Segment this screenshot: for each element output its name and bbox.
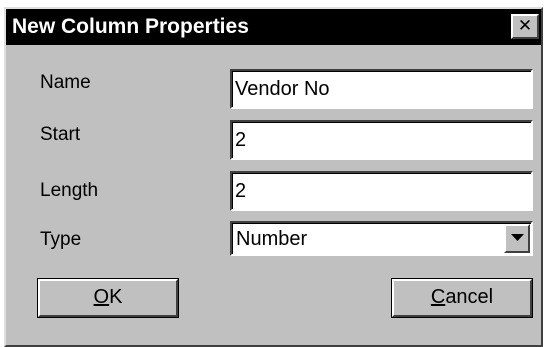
cancel-button-label: ancel xyxy=(445,286,494,308)
close-icon: ✕ xyxy=(517,16,533,36)
cancel-button[interactable]: Cancel xyxy=(391,278,533,318)
type-select-value: Number xyxy=(236,228,308,250)
chevron-down-icon xyxy=(511,234,524,241)
name-label: Name xyxy=(40,72,91,93)
length-input[interactable] xyxy=(230,171,533,211)
ok-button[interactable]: OK xyxy=(37,278,179,318)
close-button[interactable]: ✕ xyxy=(511,14,539,39)
ok-button-label: K xyxy=(109,286,123,308)
type-dropdown-button[interactable] xyxy=(504,224,530,253)
ok-button-mnemonic: O xyxy=(93,286,110,308)
type-select[interactable]: Number xyxy=(230,221,533,256)
name-input[interactable] xyxy=(230,69,533,109)
new-column-properties-dialog: New Column Properties ✕ Name Start Lengt… xyxy=(4,7,543,347)
title-bar[interactable]: New Column Properties ✕ xyxy=(6,9,541,45)
type-label: Type xyxy=(40,229,82,250)
start-input[interactable] xyxy=(230,120,533,160)
start-label: Start xyxy=(40,124,81,145)
length-label: Length xyxy=(40,180,99,201)
cancel-button-mnemonic: C xyxy=(430,286,446,308)
dialog-title: New Column Properties xyxy=(12,15,249,38)
